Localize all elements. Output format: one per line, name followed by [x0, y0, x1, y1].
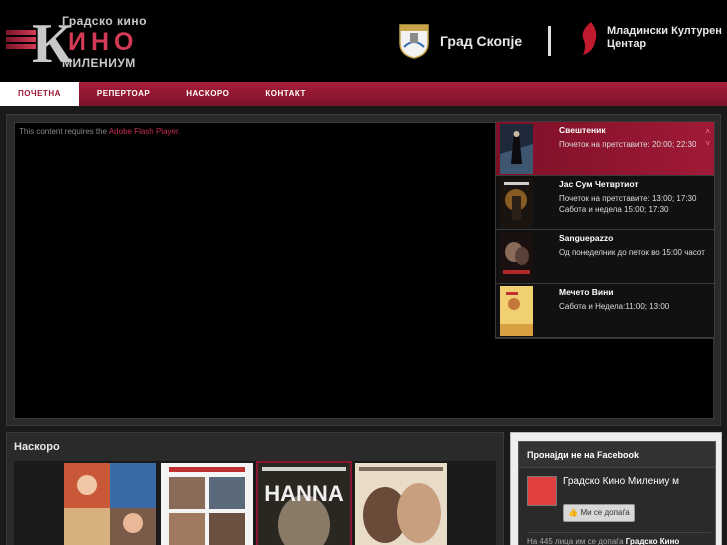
nav-item-coming-soon[interactable]: НАСКОРО	[168, 82, 247, 106]
header-divider	[548, 26, 551, 56]
logo-bottom-line: МИЛЕНИУМ	[62, 56, 136, 70]
movie-showtimes: Од понеделник до петок во 15:00 часот	[559, 248, 705, 257]
now-showing-list: Свештеник Почеток на претставите: 20:00;…	[495, 121, 715, 339]
movie-item-sanguepazzo[interactable]: Sanguepazzo Од понеделник до петок во 15…	[496, 230, 714, 284]
like-count-page: Градско Кино	[625, 537, 680, 545]
youth-center-text: Младински Културен Центар	[607, 25, 722, 51]
nav-item-home[interactable]: ПОЧЕТНА	[0, 82, 79, 106]
flash-message-text: This content requires the	[19, 127, 109, 136]
facebook-like-box: Пронајди не на Facebook Градско Кино Мил…	[518, 441, 716, 545]
movie-poster-i-am-number-four	[500, 178, 533, 228]
facebook-page-name[interactable]: Градско Кино Милениу м	[563, 475, 713, 488]
movie-poster-priest	[500, 124, 533, 174]
sponsor-city-skopje[interactable]: Град Скопје	[398, 22, 522, 60]
city-shield-icon	[399, 24, 429, 59]
youth-center-line-1: Младински Културен	[607, 25, 722, 37]
logo-mid-line: ИНО	[68, 28, 139, 56]
flash-message: This content requires the Adobe Flash Pl…	[19, 127, 180, 136]
movie-title: Свештеник	[559, 125, 606, 135]
coming-soon-poster-1[interactable]	[64, 463, 156, 545]
like-count-text: На 445 лица им се допаѓа	[527, 537, 626, 545]
movie-showtimes: Почеток на претставите: 20:00; 22:30	[559, 140, 697, 149]
coming-soon-strip: HANNA	[14, 461, 496, 545]
thumbs-up-icon: 👍	[568, 508, 579, 517]
nav-item-repertoire[interactable]: РЕПЕРТОАР	[79, 82, 168, 106]
site-logo[interactable]: К Градско кино ИНО МИЛЕНИУМ	[6, 14, 146, 74]
movie-item-priest[interactable]: Свештеник Почеток на претставите: 20:00;…	[496, 122, 714, 176]
youth-center-line-2: Центар	[607, 38, 647, 50]
like-button-label: Ми се допаѓа	[580, 508, 630, 517]
movie-title: Sanguepazzo	[559, 233, 614, 243]
coming-soon-panel: Наскоро HANNA	[6, 432, 504, 545]
page: К Градско кино ИНО МИЛЕНИУМ Град Скопје …	[0, 0, 727, 545]
facebook-panel: Пронајди не на Facebook Градско Кино Мил…	[510, 432, 722, 545]
coming-soon-poster-4[interactable]	[355, 463, 447, 545]
movie-title: Јас Сум Четвртиот	[559, 179, 639, 189]
facebook-box-title: Пронајди не на Facebook	[519, 442, 715, 468]
facebook-like-count: На 445 лица им се допаѓа Градско Кино	[527, 532, 711, 545]
coming-soon-poster-2[interactable]	[161, 463, 253, 545]
sponsor-city-text: Град Скопје	[440, 33, 523, 49]
list-scroll-arrows[interactable]: ˄ ˅	[705, 126, 710, 150]
sponsor-youth-center[interactable]: Младински Културен Центар	[577, 20, 722, 56]
main-nav: ПОЧЕТНА РЕПЕРТОАР НАСКОРО КОНТАКТ	[0, 82, 727, 106]
movie-title: Мечето Вини	[559, 287, 614, 297]
coming-soon-title: Наскоро	[14, 441, 60, 453]
header: К Градско кино ИНО МИЛЕНИУМ Град Скопје …	[0, 0, 727, 82]
facebook-like-button[interactable]: 👍 Ми се допаѓа	[563, 504, 635, 522]
feature-panel: This content requires the Adobe Flash Pl…	[6, 114, 721, 426]
logo-top-line: Градско кино	[62, 14, 147, 28]
flash-player-link[interactable]: Adobe Flash Player.	[109, 127, 181, 136]
coming-soon-poster-3[interactable]: HANNA	[256, 461, 352, 545]
svg-text:HANNA: HANNA	[264, 481, 344, 506]
movie-showtimes: Сабота и Недела:11:00; 13:00	[559, 302, 670, 311]
movie-poster-sanguepazzo	[500, 232, 533, 282]
facebook-page-thumbnail[interactable]	[527, 476, 557, 506]
scroll-up-icon[interactable]: ˄	[705, 126, 710, 138]
movie-item-i-am-number-four[interactable]: Јас Сум Четвртиот Почеток на претставите…	[496, 176, 714, 230]
movie-poster-winnie-the-pooh	[500, 286, 533, 336]
movie-item-winnie-the-pooh[interactable]: Мечето Вини Сабота и Недела:11:00; 13:00	[496, 284, 714, 338]
youth-center-flame-icon	[582, 22, 597, 55]
scroll-down-icon[interactable]: ˅	[705, 138, 710, 150]
movie-showtimes: Почеток на претставите: 13:00; 17:30 Саб…	[559, 194, 697, 214]
nav-item-contact[interactable]: КОНТАКТ	[247, 82, 324, 106]
